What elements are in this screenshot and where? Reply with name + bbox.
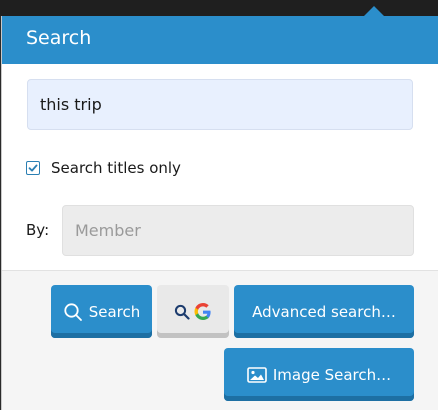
titles-only-label: Search titles only: [51, 159, 181, 177]
search-popup: Search Search titles only By: Search: [1, 16, 438, 410]
search-button-label: Search: [88, 302, 141, 321]
search-icon: [174, 304, 190, 320]
image-search-button[interactable]: Image Search…: [224, 348, 414, 401]
popup-footer: Search Advanced search… Image Search…: [2, 270, 438, 410]
image-search-label: Image Search…: [272, 365, 392, 384]
google-search-button[interactable]: [157, 285, 229, 338]
titles-only-checkbox[interactable]: [26, 161, 40, 175]
member-input[interactable]: [62, 205, 414, 256]
advanced-search-label: Advanced search…: [252, 302, 396, 321]
search-icon: [64, 302, 82, 321]
popup-header: Search: [2, 16, 438, 64]
google-logo-icon: [194, 302, 211, 320]
check-icon: [28, 164, 38, 172]
search-button[interactable]: Search: [51, 285, 152, 338]
titles-only-option[interactable]: Search titles only: [26, 158, 181, 178]
advanced-search-button[interactable]: Advanced search…: [234, 285, 414, 338]
search-query-input[interactable]: [27, 79, 413, 130]
popup-title: Search: [26, 27, 92, 49]
image-icon: [247, 366, 267, 383]
by-label: By:: [26, 221, 50, 239]
